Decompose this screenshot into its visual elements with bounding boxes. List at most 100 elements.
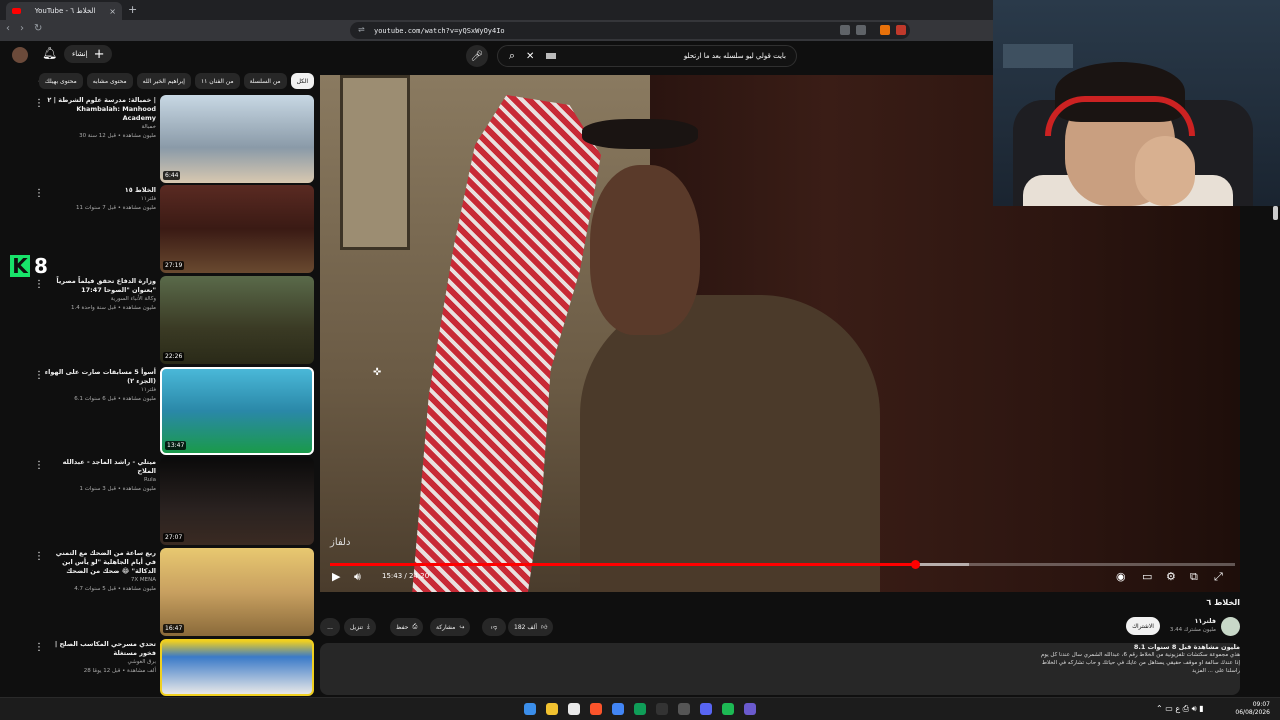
discord-icon[interactable] [700,703,712,715]
forward-icon[interactable]: › [20,23,24,34]
app-icon[interactable] [634,703,646,715]
miniplayer-icon[interactable]: ⧉ [1190,570,1198,584]
keyboard-icon[interactable] [546,53,556,59]
create-button[interactable]: إنشاء + [64,45,113,63]
more-menu-icon[interactable]: ⋮ [34,370,44,381]
chrome-icon[interactable] [612,703,624,715]
progress-bar[interactable] [330,560,1235,569]
cast-icon[interactable] [856,25,866,35]
chip-similar[interactable]: محتوى مشابه [86,73,133,89]
voice-search-icon[interactable]: 🎤︎ [466,45,488,67]
channel-name[interactable]: فلتر١١ [1158,617,1216,625]
video-thumbnail[interactable]: 16:47 [160,548,314,636]
list-item[interactable]: ⋮ ميتلي - راشد الماجد - عبدالله الملاح R… [30,457,314,547]
rec-title[interactable]: خمبالة: مدرسة علوم الشرطة | ٢ | Khambala… [44,96,156,123]
list-item[interactable]: ⋮ خمبالة: مدرسة علوم الشرطة | ٢ | Khamba… [30,95,314,185]
site-info-icon[interactable]: ⇌ [358,25,365,34]
list-item[interactable]: ⋮ تحدي مسرحي المكاسب الصلح | فخور مستغلة… [30,639,314,696]
autoplay-toggle-icon[interactable]: ◉ [1116,570,1126,583]
video-thumbnail[interactable]: 22:26 [160,276,314,364]
scrubber-handle[interactable] [910,560,920,569]
rec-channel[interactable]: 7X MENA [44,576,156,585]
more-actions-button[interactable]: ... [320,618,340,636]
list-item[interactable]: ⋮ وزارة الدفاع تحقق فيلماً مصرياً بعنوان… [30,276,314,366]
search-input[interactable]: ⌕ ✕ بايت قولي ليو سلسله بعد ما ارتحلو [497,45,797,67]
account-avatar[interactable] [12,47,28,63]
rec-channel[interactable]: Rula [44,476,156,485]
more-menu-icon[interactable]: ⋮ [34,279,44,290]
more-menu-icon[interactable]: ⋮ [34,551,44,562]
description[interactable]: 8.1 مليون مشاهدة قبل 8 سنوات هذي مجموعة … [1030,643,1240,695]
rec-channel[interactable]: فلتر١١ [44,386,156,395]
spotify-icon[interactable] [722,703,734,715]
save-button[interactable]: حفظ ⎙ [390,618,424,636]
system-tray-icons[interactable]: ⌃ ▭ ع ⎙ 🔊︎ ▮ [1156,704,1204,714]
settings-icon[interactable]: ⚙ [1166,570,1176,583]
video-frame-picture [340,75,410,250]
brave-shield-icon[interactable] [880,25,890,35]
back-icon[interactable]: ‹ [6,23,10,34]
brave-icon[interactable] [590,703,602,715]
rec-title[interactable]: ميتلي - راشد الماجد - عبدالله الملاح [44,458,156,476]
new-tab-button[interactable]: + [128,3,137,16]
extension-icon[interactable] [896,25,906,35]
description-line: هذي مجموعة سكتشات تلفزيونية من الخلاط رق… [1040,652,1240,658]
video-thumbnail[interactable]: 27:19 [160,185,314,273]
subscribe-button[interactable]: الاشتراك [1126,617,1160,635]
fullscreen-icon[interactable]: ⤢ [1214,570,1223,584]
rec-channel[interactable]: فلتر١١ [44,195,156,204]
video-thumbnail[interactable]: 27:07 [160,457,314,545]
obs-icon[interactable] [656,703,668,715]
clock[interactable]: 09:07 06/08/2026 [1235,701,1270,717]
play-icon[interactable]: ▶ [332,570,340,583]
video-thumbnail[interactable]: 6:44 [160,95,314,183]
chip-channel[interactable]: من الفنان ١١ [194,73,240,89]
list-item[interactable]: ⋮ ربع ساعة من الضحك مع التمني في أيام ال… [30,548,314,638]
description-line: راسلنا على ... المزيد [1192,668,1240,674]
channel-avatar[interactable] [1221,617,1240,636]
page-scrollbar[interactable] [1273,206,1278,220]
reload-icon[interactable]: ↻ [34,23,42,34]
tab-close-icon[interactable]: × [109,7,116,16]
list-item[interactable]: ⋮ الخلاط ١٥ فلتر١١ 11 مليون مشاهدة • قبل… [30,185,314,275]
file-explorer-icon[interactable] [546,703,558,715]
list-item[interactable]: ⋮ أسوأ 5 مسابقات صارت على الهواء (الجزء … [30,367,314,457]
app2-icon[interactable] [744,703,756,715]
notifications-icon[interactable]: 🔔︎ [42,46,57,60]
more-menu-icon[interactable]: ⋮ [34,188,44,199]
rec-channel[interactable]: خمبالة [44,123,156,132]
settings-app-icon[interactable] [678,703,690,715]
rec-title[interactable]: تحدي مسرحي المكاسب الصلح | فخور مستغلة [44,640,156,658]
search-icon[interactable]: ⌕ [498,49,526,63]
duration-badge: 27:07 [163,533,185,542]
k8-overlay: K 8 [10,254,48,278]
share-button[interactable]: مشاركة ↪ [430,618,471,636]
rec-title[interactable]: الخلاط ١٥ [44,186,156,195]
address-bar[interactable]: ⇌ youtube.com/watch?v=yQSxWyOy4Io [350,22,910,39]
video-thumbnail[interactable]: 13:47 [160,367,314,455]
video-thumbnail[interactable] [160,639,314,696]
rec-channel[interactable]: وكالة الأنباء السورية [44,295,156,304]
chip-for-you[interactable]: محتوى بهيلك [38,73,83,89]
rec-title[interactable]: ربع ساعة من الضحك مع التمني في أيام الجا… [44,549,156,576]
volume-icon[interactable]: 🔊︎ [354,570,361,584]
clear-search-icon[interactable]: ✕ [526,51,540,62]
rec-title[interactable]: وزارة الدفاع تحقق فيلماً مصرياً بعنوان "… [44,277,156,295]
like-button[interactable]: 182 ألف 👍︎ [508,618,554,636]
rec-channel[interactable]: برق الغوشي [44,658,156,667]
start-icon[interactable] [524,703,536,715]
more-menu-icon[interactable]: ⋮ [34,460,44,471]
dislike-button[interactable]: 👎︎ [482,618,506,636]
download-button[interactable]: تنزيل ⤓ [344,618,376,636]
chip-all[interactable]: الكل [290,73,314,89]
chip-person[interactable]: إبراهيم الخير الله [136,73,191,89]
subtitles-icon[interactable]: ▭ [1142,570,1152,583]
rec-info: الخلاط ١٥ فلتر١١ 11 مليون مشاهدة • قبل 7… [44,186,156,213]
more-menu-icon[interactable]: ⋮ [34,642,44,653]
rec-title[interactable]: أسوأ 5 مسابقات صارت على الهواء (الجزء ٢) [44,368,156,386]
more-menu-icon[interactable]: ⋮ [34,98,44,109]
browser-tab[interactable]: YouTube - الخلاط ٦ × [6,2,122,20]
store-icon[interactable] [568,703,580,715]
translate-icon[interactable] [840,25,850,35]
chip-series[interactable]: من السلسلة [243,73,287,89]
